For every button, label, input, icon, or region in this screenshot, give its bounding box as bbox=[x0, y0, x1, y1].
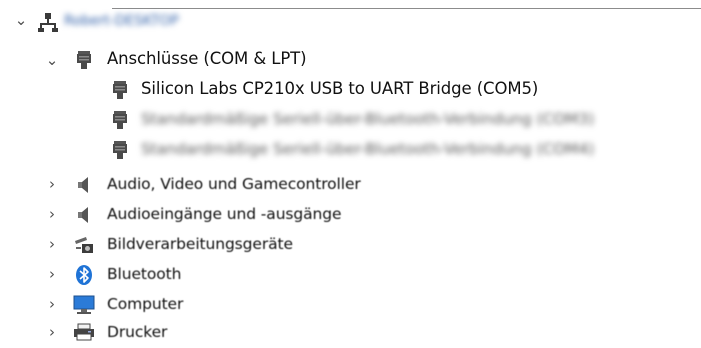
chevron-right-icon[interactable]: › bbox=[46, 235, 58, 253]
chevron-right-icon[interactable]: › bbox=[46, 175, 58, 193]
chevron-right-icon[interactable]: › bbox=[46, 295, 58, 313]
chevron-right-icon[interactable]: › bbox=[46, 323, 58, 341]
chevron-down-icon[interactable]: ⌄ bbox=[46, 51, 59, 69]
bluetooth-icon bbox=[74, 264, 94, 285]
port-connector-icon bbox=[110, 110, 130, 130]
tree-node-printers[interactable]: › Drucker bbox=[0, 318, 701, 348]
monitor-icon bbox=[73, 295, 95, 315]
chevron-down-icon[interactable]: ⌄ bbox=[15, 11, 28, 29]
device-label: Silicon Labs CP210x USB to UART Bridge (… bbox=[141, 79, 539, 98]
tree-node-audio-io[interactable]: › Audioeingänge und -ausgänge bbox=[0, 200, 701, 230]
port-connector-icon bbox=[110, 80, 130, 100]
tree-node-computer[interactable]: › Computer bbox=[0, 290, 701, 320]
computer-network-icon bbox=[38, 12, 58, 32]
category-label: Audioeingänge und -ausgänge bbox=[107, 205, 342, 223]
category-label: Bluetooth bbox=[107, 265, 182, 283]
chevron-right-icon[interactable]: › bbox=[46, 265, 58, 283]
printer-icon bbox=[73, 323, 94, 343]
ports-category-label: Anschlüsse (COM & LPT) bbox=[107, 49, 307, 68]
device-label: Standardmäßige Seriell-über-Bluetooth-Ve… bbox=[141, 140, 595, 158]
tree-node-port-com4[interactable]: Standardmäßige Seriell-über-Bluetooth-Ve… bbox=[0, 135, 701, 165]
category-label: Computer bbox=[107, 295, 184, 313]
tree-node-port-com3[interactable]: Standardmäßige Seriell-über-Bluetooth-Ve… bbox=[0, 105, 701, 135]
tree-node-port-com5[interactable]: Silicon Labs CP210x USB to UART Bridge (… bbox=[0, 75, 701, 105]
port-connector-icon bbox=[110, 140, 130, 160]
category-label: Bildverarbeitungsgeräte bbox=[107, 235, 293, 253]
tree-node-root[interactable]: ⌄ Robert-DESKTOP bbox=[0, 7, 701, 37]
category-label: Drucker bbox=[107, 323, 168, 341]
root-computer-name: Robert-DESKTOP bbox=[64, 13, 179, 29]
speaker-icon bbox=[74, 205, 94, 225]
category-label: Audio, Video und Gamecontroller bbox=[107, 175, 361, 193]
camera-scanner-icon bbox=[74, 235, 94, 255]
tree-node-imaging[interactable]: › Bildverarbeitungsgeräte bbox=[0, 230, 701, 260]
speaker-icon bbox=[74, 175, 94, 195]
device-label: Standardmäßige Seriell-über-Bluetooth-Ve… bbox=[141, 110, 595, 128]
port-connector-icon bbox=[74, 50, 94, 70]
tree-node-audio-video[interactable]: › Audio, Video und Gamecontroller bbox=[0, 170, 701, 200]
tree-node-bluetooth[interactable]: › Bluetooth bbox=[0, 260, 701, 290]
tree-node-ports[interactable]: ⌄ Anschlüsse (COM & LPT) bbox=[0, 45, 701, 75]
chevron-right-icon[interactable]: › bbox=[46, 205, 58, 223]
